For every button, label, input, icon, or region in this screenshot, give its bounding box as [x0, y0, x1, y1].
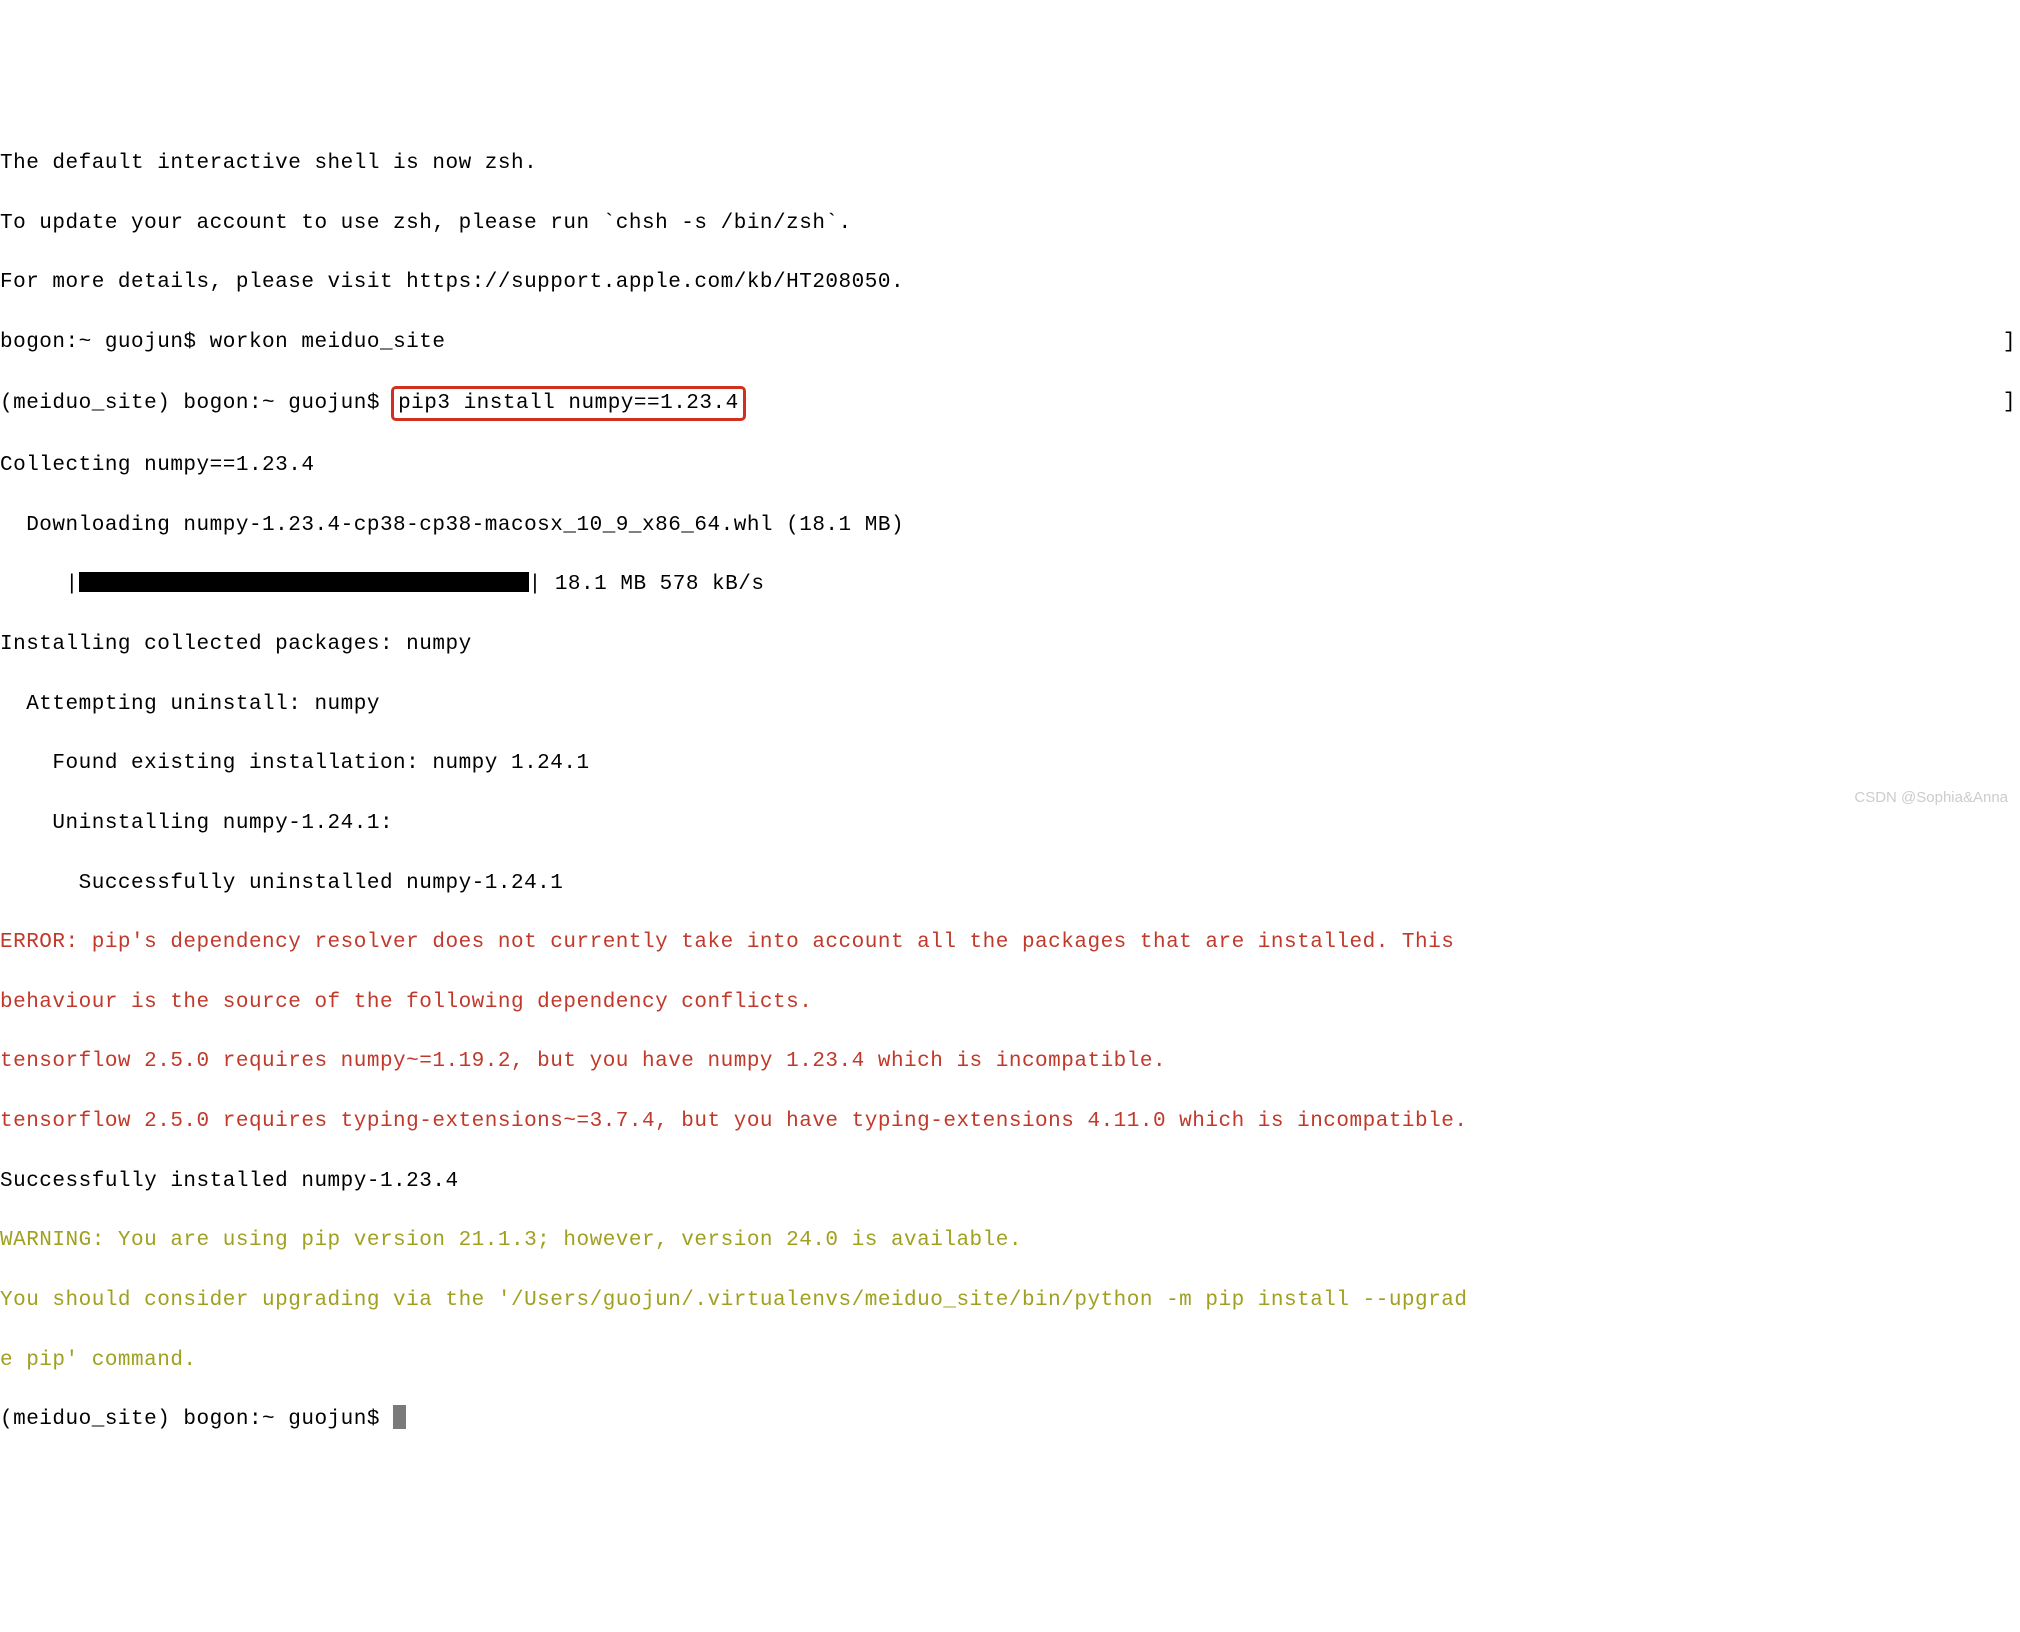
highlighted-command: pip3 install numpy==1.23.4 [391, 386, 746, 422]
cursor-icon [393, 1405, 406, 1429]
command-text: workon meiduo_site [210, 331, 446, 354]
shell-notice-line: The default interactive shell is now zsh… [0, 149, 2020, 179]
progress-suffix: | 18.1 MB 578 kB/s [529, 573, 765, 596]
pip-uninstalling: Uninstalling numpy-1.24.1: [0, 809, 2020, 839]
pip-found: Found existing installation: numpy 1.24.… [0, 749, 2020, 779]
warning-line: You should consider upgrading via the '/… [0, 1286, 2020, 1316]
shell-notice-line: For more details, please visit https://s… [0, 268, 2020, 298]
progress-prefix: | [0, 573, 79, 596]
error-line: ERROR: pip's dependency resolver does no… [0, 928, 2020, 958]
terminal-output[interactable]: The default interactive shell is now zsh… [0, 119, 2020, 1465]
watermark-text: CSDN @Sophia&Anna [1854, 787, 2008, 808]
pip-attempting: Attempting uninstall: numpy [0, 690, 2020, 720]
bracket-icon: ] [2003, 328, 2016, 358]
pip-installing: Installing collected packages: numpy [0, 630, 2020, 660]
pip-success-uninstall: Successfully uninstalled numpy-1.24.1 [0, 869, 2020, 899]
error-line: behaviour is the source of the following… [0, 988, 2020, 1018]
shell-prompt: bogon:~ guojun$ [0, 331, 210, 354]
shell-prompt-venv: (meiduo_site) bogon:~ guojun$ [0, 1408, 393, 1431]
progress-bar-filled [79, 572, 529, 592]
pip-command: pip3 install numpy==1.23.4 [398, 392, 739, 415]
shell-notice-line: To update your account to use zsh, pleas… [0, 209, 2020, 239]
shell-prompt-venv: (meiduo_site) bogon:~ guojun$ [0, 392, 393, 415]
success-line: Successfully installed numpy-1.23.4 [0, 1167, 2020, 1197]
error-line: tensorflow 2.5.0 requires numpy~=1.19.2,… [0, 1047, 2020, 1077]
prompt-line: bogon:~ guojun$ workon meiduo_site] [0, 328, 2020, 358]
warning-line: WARNING: You are using pip version 21.1.… [0, 1226, 2020, 1256]
pip-collecting: Collecting numpy==1.23.4 [0, 451, 2020, 481]
error-line: tensorflow 2.5.0 requires typing-extensi… [0, 1107, 2020, 1137]
progress-line: | | 18.1 MB 578 kB/s [0, 570, 2020, 600]
bracket-icon: ] [2003, 388, 2016, 418]
pip-downloading: Downloading numpy-1.23.4-cp38-cp38-macos… [0, 511, 2020, 541]
prompt-line: (meiduo_site) bogon:~ guojun$ pip3 insta… [0, 388, 2020, 422]
final-prompt-line[interactable]: (meiduo_site) bogon:~ guojun$ [0, 1405, 2020, 1435]
warning-line: e pip' command. [0, 1346, 2020, 1376]
